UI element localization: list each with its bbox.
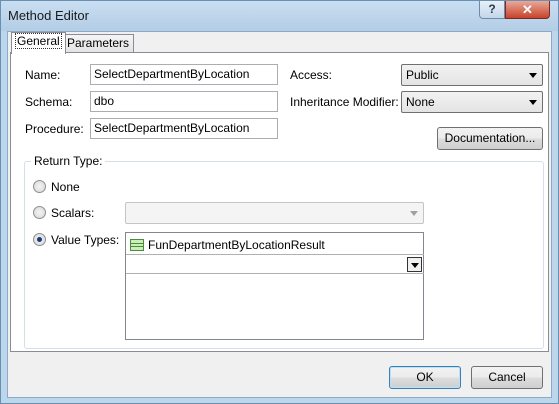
ok-button[interactable]: OK [389, 366, 461, 389]
scalars-select[interactable] [125, 202, 424, 224]
tab-general[interactable]: General [11, 32, 66, 54]
documentation-button[interactable]: Documentation... [437, 127, 543, 150]
value-type-name: FunDepartmentByLocationResult [148, 238, 325, 252]
name-field[interactable]: SelectDepartmentByLocation [90, 64, 278, 85]
return-scalars-label: Scalars: [51, 206, 95, 220]
value-types-list[interactable]: FunDepartmentByLocationResult [125, 232, 424, 340]
chevron-down-icon [410, 211, 418, 216]
schema-label: Schema: [25, 95, 73, 109]
chevron-down-icon [529, 73, 537, 78]
close-button[interactable]: ✕ [505, 1, 550, 19]
tab-parameters[interactable]: Parameters [62, 34, 135, 53]
procedure-field[interactable]: SelectDepartmentByLocation [90, 118, 278, 139]
access-label: Access: [290, 68, 333, 82]
return-value-types-label: Value Types: [51, 233, 120, 247]
inheritance-modifier-value: None [406, 95, 435, 109]
return-none-label: None [51, 180, 80, 194]
access-select[interactable]: Public [401, 64, 543, 86]
schema-field[interactable]: dbo [90, 91, 278, 112]
return-none-radio[interactable] [33, 180, 46, 193]
general-tab-panel: Name: SelectDepartmentByLocation Schema:… [10, 52, 549, 352]
tab-general-label: General [15, 33, 62, 49]
value-type-new-row[interactable] [126, 254, 424, 274]
dialog-client-area: General Parameters Name: SelectDepartmen… [7, 31, 552, 398]
inheritance-modifier-select[interactable]: None [401, 91, 543, 113]
name-label: Name: [25, 68, 61, 82]
table-icon [130, 239, 144, 251]
inheritance-modifier-label: Inheritance Modifier: [290, 95, 399, 109]
return-scalars-radio[interactable] [33, 206, 46, 219]
tab-parameters-label: Parameters [67, 36, 130, 50]
title-bar[interactable]: Method Editor ? ✕ [1, 1, 558, 31]
chevron-down-icon[interactable] [407, 257, 422, 272]
window-title: Method Editor [8, 8, 89, 23]
chevron-down-icon [529, 100, 537, 105]
access-select-value: Public [406, 68, 439, 82]
return-type-group-label: Return Type: [31, 154, 106, 168]
procedure-label: Procedure: [25, 122, 84, 136]
return-value-types-radio[interactable] [33, 233, 46, 246]
help-button[interactable]: ? [479, 1, 505, 19]
method-editor-window: Method Editor ? ✕ General Parameters Nam… [0, 0, 559, 404]
cancel-button[interactable]: Cancel [471, 366, 543, 389]
